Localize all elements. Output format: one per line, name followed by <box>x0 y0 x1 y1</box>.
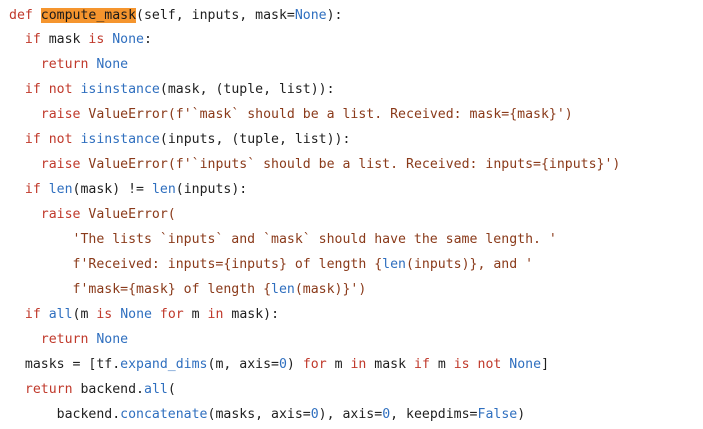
code-token: concatenate <box>120 407 208 422</box>
code-token: 'The lists `inputs` and `mask` should ha… <box>9 232 557 247</box>
code-token: (mask) != <box>72 182 152 197</box>
code-token: None <box>509 357 542 372</box>
code-token: if <box>9 32 49 47</box>
code-token: (f'`inputs` should be a list. Received: … <box>167 157 621 172</box>
code-token: if not <box>9 82 81 97</box>
code-token: in <box>350 357 375 372</box>
code-token: ] <box>541 357 550 372</box>
code-token: m <box>334 357 351 372</box>
code-token: len <box>382 257 406 272</box>
code-line: masks = [tf.expand_dims(m, axis=0) for m… <box>9 352 549 377</box>
code-token: all <box>144 382 168 397</box>
code-token: m <box>191 307 208 322</box>
code-token: 0 <box>310 407 319 422</box>
code-token: backend. <box>9 407 121 422</box>
code-token: ), axis= <box>318 407 383 422</box>
code-token: None <box>96 57 129 72</box>
code-line: def compute_mask(self, inputs, mask=None… <box>9 3 343 28</box>
code-line: if all(m is None for m in mask): <box>9 302 279 327</box>
code-token: raise <box>9 207 89 222</box>
code-token: (mask, (tuple, list)): <box>159 82 335 97</box>
code-token: None <box>120 307 160 322</box>
code-line: return None <box>9 327 128 352</box>
code-viewer: def compute_mask(self, inputs, mask=None… <box>0 0 703 429</box>
code-token: for <box>302 357 335 372</box>
code-token: ): <box>326 8 343 23</box>
code-token: in <box>207 307 232 322</box>
code-token: None <box>96 332 129 347</box>
code-line: if mask is None: <box>9 27 152 52</box>
code-token: all <box>48 307 73 322</box>
code-token: (m, axis= <box>207 357 279 372</box>
code-line: if not isinstance(mask, (tuple, list)): <box>9 77 335 102</box>
code-token: is <box>96 307 121 322</box>
code-line: raise ValueError(f'`mask` should be a li… <box>9 102 573 127</box>
code-line: if len(mask) != len(inputs): <box>9 177 247 202</box>
code-token: 0 <box>278 357 287 372</box>
code-token: raise <box>9 107 89 122</box>
code-line: 'The lists `inputs` and `mask` should ha… <box>9 227 557 252</box>
code-token: (masks, axis= <box>207 407 311 422</box>
code-token: (f'`mask` should be a list. Received: ma… <box>167 107 573 122</box>
code-line: return backend.all( <box>9 377 176 402</box>
code-token: raise <box>9 157 89 172</box>
code-token: None <box>112 32 144 47</box>
code-token: return <box>9 382 81 397</box>
code-token: isinstance <box>80 132 160 147</box>
code-token: if not <box>9 132 81 147</box>
code-line: raise ValueError(f'`inputs` should be a … <box>9 152 621 177</box>
code-token: (self, inputs, mask= <box>136 8 295 23</box>
code-token: (m <box>72 307 97 322</box>
highlighted-token: compute_mask <box>40 8 137 23</box>
code-token: ValueError( <box>88 207 176 222</box>
code-token: mask <box>48 32 89 47</box>
code-line: f'Received: inputs={inputs} of length {l… <box>9 252 534 277</box>
code-token: ValueError <box>88 107 168 122</box>
code-token: def <box>9 8 41 23</box>
code-token: is not <box>453 357 510 372</box>
code-token: False <box>477 407 518 422</box>
code-token: if <box>9 307 49 322</box>
code-token: len <box>271 282 295 297</box>
code-token: expand_dims <box>120 357 208 372</box>
code-token: return <box>9 332 97 347</box>
code-token: None <box>294 8 327 23</box>
code-token: mask <box>374 357 414 372</box>
code-token: masks = [tf. <box>9 357 121 372</box>
code-token: m <box>437 357 454 372</box>
code-token: ) <box>517 407 526 422</box>
code-token: f'Received: inputs={inputs} of length { <box>9 257 383 272</box>
code-token: if <box>9 182 49 197</box>
code-line: raise ValueError( <box>9 202 176 227</box>
code-token: , keepdims= <box>390 407 478 422</box>
code-line: f'mask={mask} of length {len(mask)}') <box>9 277 367 302</box>
code-token: ValueError <box>88 157 168 172</box>
code-token: ) <box>286 357 303 372</box>
code-token: for <box>159 307 192 322</box>
code-line: backend.concatenate(masks, axis=0), axis… <box>9 402 526 427</box>
code-token: ( <box>167 382 176 397</box>
code-line: if not isinstance(inputs, (tuple, list))… <box>9 127 351 152</box>
code-token: (inputs, (tuple, list)): <box>159 132 351 147</box>
code-token: isinstance <box>80 82 160 97</box>
code-token: backend. <box>80 382 144 397</box>
code-token: len <box>48 182 73 197</box>
code-token: if <box>414 357 438 372</box>
code-token: (inputs)}, and ' <box>406 257 534 272</box>
code-token: return <box>9 57 97 72</box>
code-token: mask): <box>231 307 280 322</box>
code-token: : <box>144 32 152 47</box>
code-token: len <box>151 182 176 197</box>
code-token: is <box>88 32 113 47</box>
code-token: 0 <box>382 407 391 422</box>
code-token: (inputs): <box>175 182 248 197</box>
code-token: (mask)}') <box>294 282 367 297</box>
code-line: return None <box>9 52 128 77</box>
code-token: f'mask={mask} of length { <box>9 282 272 297</box>
